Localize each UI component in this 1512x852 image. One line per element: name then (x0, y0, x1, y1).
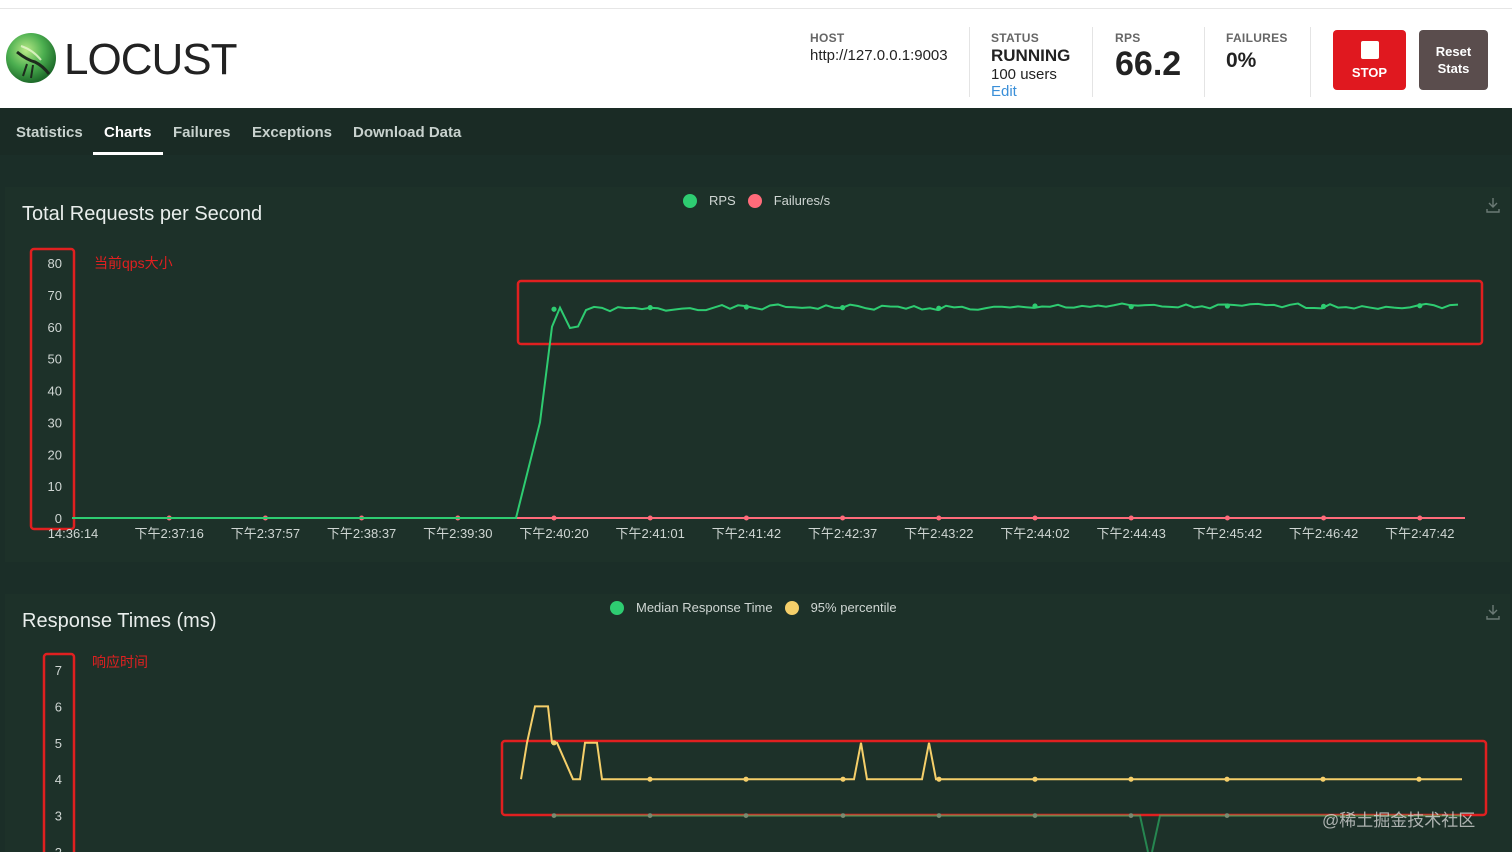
data-point-p95 (936, 776, 942, 782)
data-point-median (1032, 813, 1038, 818)
x-tick-label: 下午2:47:42 (1385, 526, 1454, 541)
x-tick-label: 下午2:37:16 (135, 526, 204, 541)
x-tick-label: 下午2:42:37 (808, 526, 877, 541)
y-tick-label: 50 (48, 352, 62, 367)
series-line-rps (72, 302, 1459, 519)
data-point-rps (743, 304, 750, 310)
data-point-failures (1417, 515, 1423, 521)
data-point-failures (840, 515, 846, 521)
watermark: @稀土掘金技术社区 (1322, 811, 1476, 830)
data-point-rps (551, 306, 557, 312)
data-point-rps (936, 305, 942, 311)
series-line-p95 (520, 705, 1462, 781)
data-point-failures (743, 515, 749, 521)
y-tick-label: 4 (55, 772, 62, 787)
data-point-failures (1321, 515, 1327, 521)
y-tick-label: 40 (48, 384, 62, 399)
x-tick-label: 下午2:39:30 (423, 526, 492, 541)
y-tick-label: 2 (55, 845, 62, 852)
x-tick-label: 下午2:41:42 (712, 526, 781, 541)
data-point-rps (1128, 304, 1134, 310)
data-point-median (1128, 813, 1134, 818)
data-point-median (840, 813, 846, 818)
data-point-rps (840, 305, 846, 311)
data-point-rps (1032, 303, 1038, 309)
y-tick-label: 7 (55, 663, 62, 678)
y-tick-label: 70 (48, 288, 62, 303)
x-tick-label: 下午2:37:57 (231, 526, 300, 541)
data-point-p95 (743, 776, 749, 782)
x-tick-label: 下午2:45:42 (1193, 526, 1262, 541)
data-point-p95 (1320, 776, 1326, 782)
data-point-rps (1321, 303, 1327, 309)
data-point-median (936, 813, 942, 818)
annotation-label: 响应时间 (92, 654, 148, 670)
y-tick-label: 20 (48, 447, 62, 462)
data-point-median (1224, 813, 1230, 818)
data-point-p95 (551, 740, 557, 746)
x-tick-label: 14:36:14 (48, 526, 99, 541)
data-point-median (743, 813, 749, 818)
data-point-p95 (1032, 776, 1038, 782)
data-point-failures (936, 515, 942, 521)
data-point-failures (647, 515, 653, 521)
x-tick-label: 下午2:44:43 (1097, 526, 1166, 541)
data-point-rps (1224, 303, 1230, 309)
data-point-failures (1128, 515, 1134, 521)
data-point-failures (1032, 515, 1038, 521)
data-point-p95 (1128, 776, 1134, 782)
data-point-p95 (1224, 776, 1230, 782)
data-point-median (551, 813, 557, 818)
annotation-label: 当前qps大小 (94, 255, 173, 271)
x-tick-label: 下午2:38:37 (327, 526, 396, 541)
x-tick-label: 下午2:44:02 (1000, 526, 1069, 541)
data-point-rps (647, 305, 653, 311)
data-point-p95 (647, 776, 653, 782)
data-point-rps (1417, 303, 1423, 309)
data-point-failures (551, 515, 557, 521)
data-point-p95 (840, 776, 846, 782)
data-point-failures (1224, 515, 1230, 521)
annotation-box (516, 279, 1484, 346)
x-tick-label: 下午2:40:20 (519, 526, 588, 541)
y-tick-label: 3 (55, 809, 62, 824)
x-tick-label: 下午2:41:01 (616, 526, 685, 541)
data-point-median (647, 813, 653, 818)
y-tick-label: 0 (55, 511, 62, 526)
y-tick-label: 6 (55, 699, 62, 714)
y-tick-label: 10 (48, 479, 62, 494)
y-tick-label: 60 (48, 320, 62, 335)
y-tick-label: 30 (48, 415, 62, 430)
charts-canvas: 当前qps大小 0 10 20 30 40 50 60 70 80 14:36:14 下午2:37:1… (29, 247, 1488, 852)
y-tick-label: 5 (55, 736, 62, 751)
y-tick-label: 80 (48, 256, 62, 271)
x-tick-label: 下午2:43:22 (904, 526, 973, 541)
x-tick-label: 下午2:46:42 (1289, 526, 1358, 541)
data-point-p95 (1416, 776, 1422, 782)
